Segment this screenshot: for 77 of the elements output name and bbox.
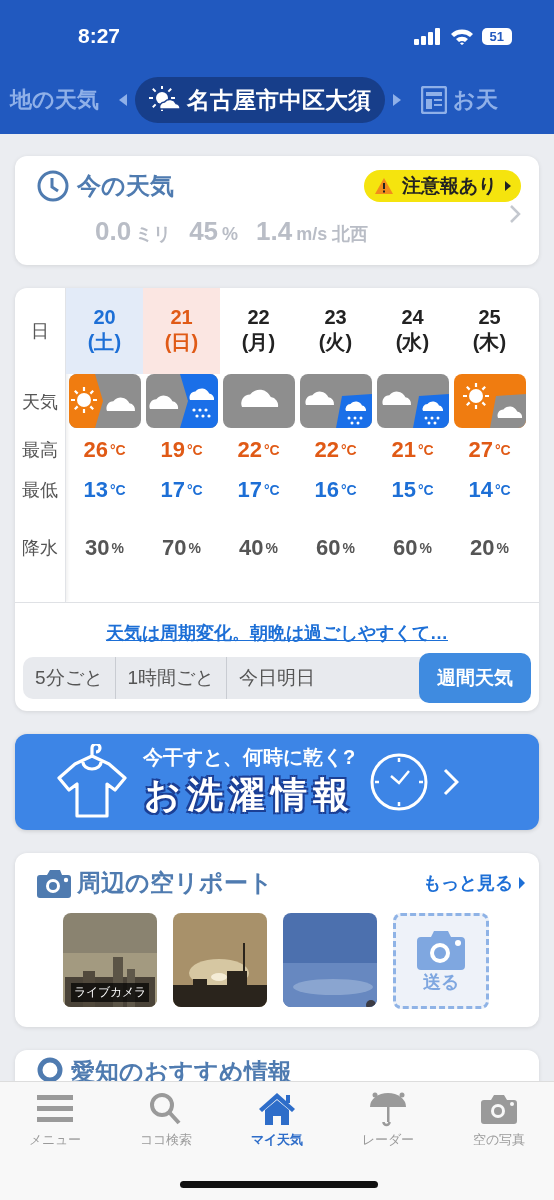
home-icon — [257, 1091, 297, 1127]
precipitation-chance: 70% — [162, 534, 201, 562]
location-tab[interactable]: 名古屋市中区大須 — [135, 77, 385, 123]
reading-unit: ミリ — [135, 223, 172, 246]
banner-question: 今干すと、何時に乾く? — [143, 745, 356, 770]
signal-icon — [413, 27, 442, 45]
low-temperature: 14°C — [468, 476, 511, 504]
chevron-right-icon — [443, 768, 460, 796]
low-temperature: 15°C — [391, 476, 434, 504]
date-header: 21 (日) — [143, 288, 220, 374]
view-tab[interactable]: 5分ごと — [23, 657, 116, 699]
precipitation-chance: 40% — [239, 534, 278, 562]
newspaper-icon — [421, 86, 447, 114]
nav-tab[interactable]: ココ検索 — [116, 1090, 217, 1150]
status-time: 8:27 — [78, 24, 121, 48]
clock-icon — [369, 752, 430, 812]
chevron-right-icon — [509, 204, 521, 224]
current-weather-card[interactable]: 今の天気 注意報あり 0.0 ミリ 45% 1.4 m/s 北西 — [15, 156, 539, 265]
laundry-banner[interactable]: 今干すと、何時に乾く? お洗濯情報 — [15, 734, 539, 830]
wifi-icon — [449, 27, 474, 45]
row-label: 最高 — [22, 439, 58, 462]
nav-tab[interactable]: メニュー — [5, 1090, 106, 1150]
camera-icon — [417, 928, 465, 970]
nav-tab[interactable]: マイ天気 — [227, 1090, 327, 1150]
view-tab[interactable]: 1時間ごと — [115, 657, 228, 699]
high-temperature: 21°C — [391, 436, 434, 464]
high-temperature: 22°C — [237, 436, 280, 464]
high-temperature: 19°C — [160, 436, 203, 464]
more-link[interactable]: もっと見る — [423, 871, 513, 895]
nav-tab[interactable]: 空の写真 — [448, 1090, 549, 1150]
warning-icon — [374, 177, 394, 195]
high-temperature: 26°C — [83, 436, 126, 464]
date-header: 22 (月) — [240, 305, 277, 355]
location-tab[interactable]: 地の天気 — [0, 85, 99, 115]
card-title: 今の天気 — [77, 171, 174, 201]
camera-icon — [37, 868, 71, 898]
row-label: 天気 — [22, 391, 58, 414]
reading-unit: m/s 北西 — [296, 223, 369, 246]
low-temperature: 17°C — [237, 476, 280, 504]
reading-unit: % — [222, 224, 239, 245]
reading-value: 45 — [189, 216, 219, 247]
clock-icon — [37, 170, 69, 202]
reading-value: 1.4 — [256, 216, 293, 247]
precipitation-chance: 20% — [470, 534, 509, 562]
row-label: 日 — [31, 320, 49, 343]
left-arrow-icon[interactable] — [119, 94, 127, 106]
row-label: 降水 — [22, 537, 58, 560]
row-label: 最低 — [22, 479, 58, 502]
high-temperature: 22°C — [314, 436, 357, 464]
low-temperature: 16°C — [314, 476, 357, 504]
precipitation-chance: 30% — [85, 534, 124, 562]
date-header: 23 (火) — [317, 305, 354, 355]
precipitation-chance: 60% — [316, 534, 355, 562]
precipitation-chance: 60% — [393, 534, 432, 562]
view-tab[interactable]: 今日明日 — [227, 657, 328, 699]
date-header: 25 (木) — [471, 305, 508, 355]
nav-tab[interactable]: レーダー — [337, 1090, 438, 1150]
sun-cloud-icon — [149, 86, 181, 114]
location-tab[interactable]: お天 — [453, 85, 498, 115]
alert-badge[interactable]: 注意報あり — [364, 170, 521, 202]
low-temperature: 17°C — [160, 476, 203, 504]
triangle-icon — [519, 877, 525, 889]
view-tab[interactable]: 週間天気 — [419, 653, 531, 703]
battery-level: 51 — [481, 27, 512, 45]
t-shirt-icon — [55, 744, 129, 820]
high-temperature: 27°C — [468, 436, 511, 464]
triangle-icon — [505, 181, 511, 191]
date-header: 20 (土) — [66, 288, 143, 374]
date-header: 24 (水) — [394, 305, 431, 355]
photo-caption: ライブカメラ — [71, 983, 149, 1002]
low-temperature: 13°C — [83, 476, 126, 504]
umbrella-icon — [367, 1091, 408, 1127]
banner-title: お洗濯情報 — [143, 773, 355, 817]
reading-value: 0.0 — [95, 216, 132, 247]
right-arrow-icon[interactable] — [393, 94, 401, 106]
card-title: 周辺の空リポート — [77, 868, 273, 898]
forecast-summary-link[interactable]: 天気は周期変化。朝晩は過ごしやすくて… — [106, 623, 448, 643]
